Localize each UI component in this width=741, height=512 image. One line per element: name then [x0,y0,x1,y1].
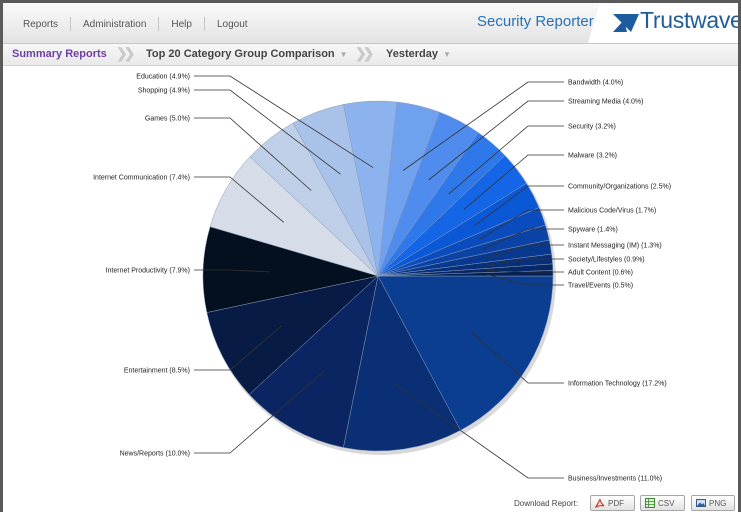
slice-label-internet-communication: Internet Communication (7.4%) [93,175,190,182]
report-window: Reports Administration Help Logout Secur… [3,3,738,512]
slice-label-community-organizations: Community/Organizations (2.5%) [568,184,671,191]
slice-label-streaming-media: Streaming Media (4.0%) [568,99,643,106]
slice-label-games: Games (5.0%) [145,116,190,123]
slice-label-security: Security (3.2%) [568,124,616,131]
slice-label-instant-messaging: Instant Messaging (IM) (1.3%) [568,243,662,250]
download-pdf-button[interactable]: PDF [590,495,635,511]
download-png-button[interactable]: PNG [691,495,735,511]
pdf-icon [595,498,605,508]
slice-label-business-investments: Business/Investments (11.0%) [568,476,662,483]
pdf-label: PDF [608,498,624,508]
slice-label-spyware: Spyware (1.4%) [568,227,618,234]
slice-label-education: Education (4.9%) [136,74,190,81]
slice-label-malicious-code-virus: Malicious Code/Virus (1.7%) [568,208,656,215]
pie-chart: Information Technology (17.2%) Business/I… [93,74,671,483]
download-csv-button[interactable]: CSV [640,495,685,511]
slice-label-travel-events: Travel/Events (0.5%) [568,283,633,290]
slice-label-bandwidth: Bandwidth (4.0%) [568,80,623,87]
slice-label-information-technology: Information Technology (17.2%) [568,381,667,388]
png-label: PNG [709,498,727,508]
slice-label-news-reports: News/Reports (10.0%) [120,451,190,458]
slice-label-adult-content: Adult Content (0.6%) [568,270,633,277]
slice-label-entertainment: Entertainment (8.5%) [124,368,190,375]
slice-label-malware: Malware (3.2%) [568,153,617,160]
slice-label-shopping: Shopping (4.9%) [138,88,190,95]
download-label: Download Report: [514,499,579,508]
csv-label: CSV [658,498,675,508]
spreadsheet-icon [645,498,655,508]
slice-label-society-lifestyles: Society/Lifestyles (0.9%) [568,257,645,264]
slice-label-internet-productivity: Internet Productivity (7.9%) [106,268,190,275]
image-icon [696,499,706,507]
pie-slices [202,100,556,455]
download-bar: Download Report: PDF CSV PNG [3,494,738,512]
